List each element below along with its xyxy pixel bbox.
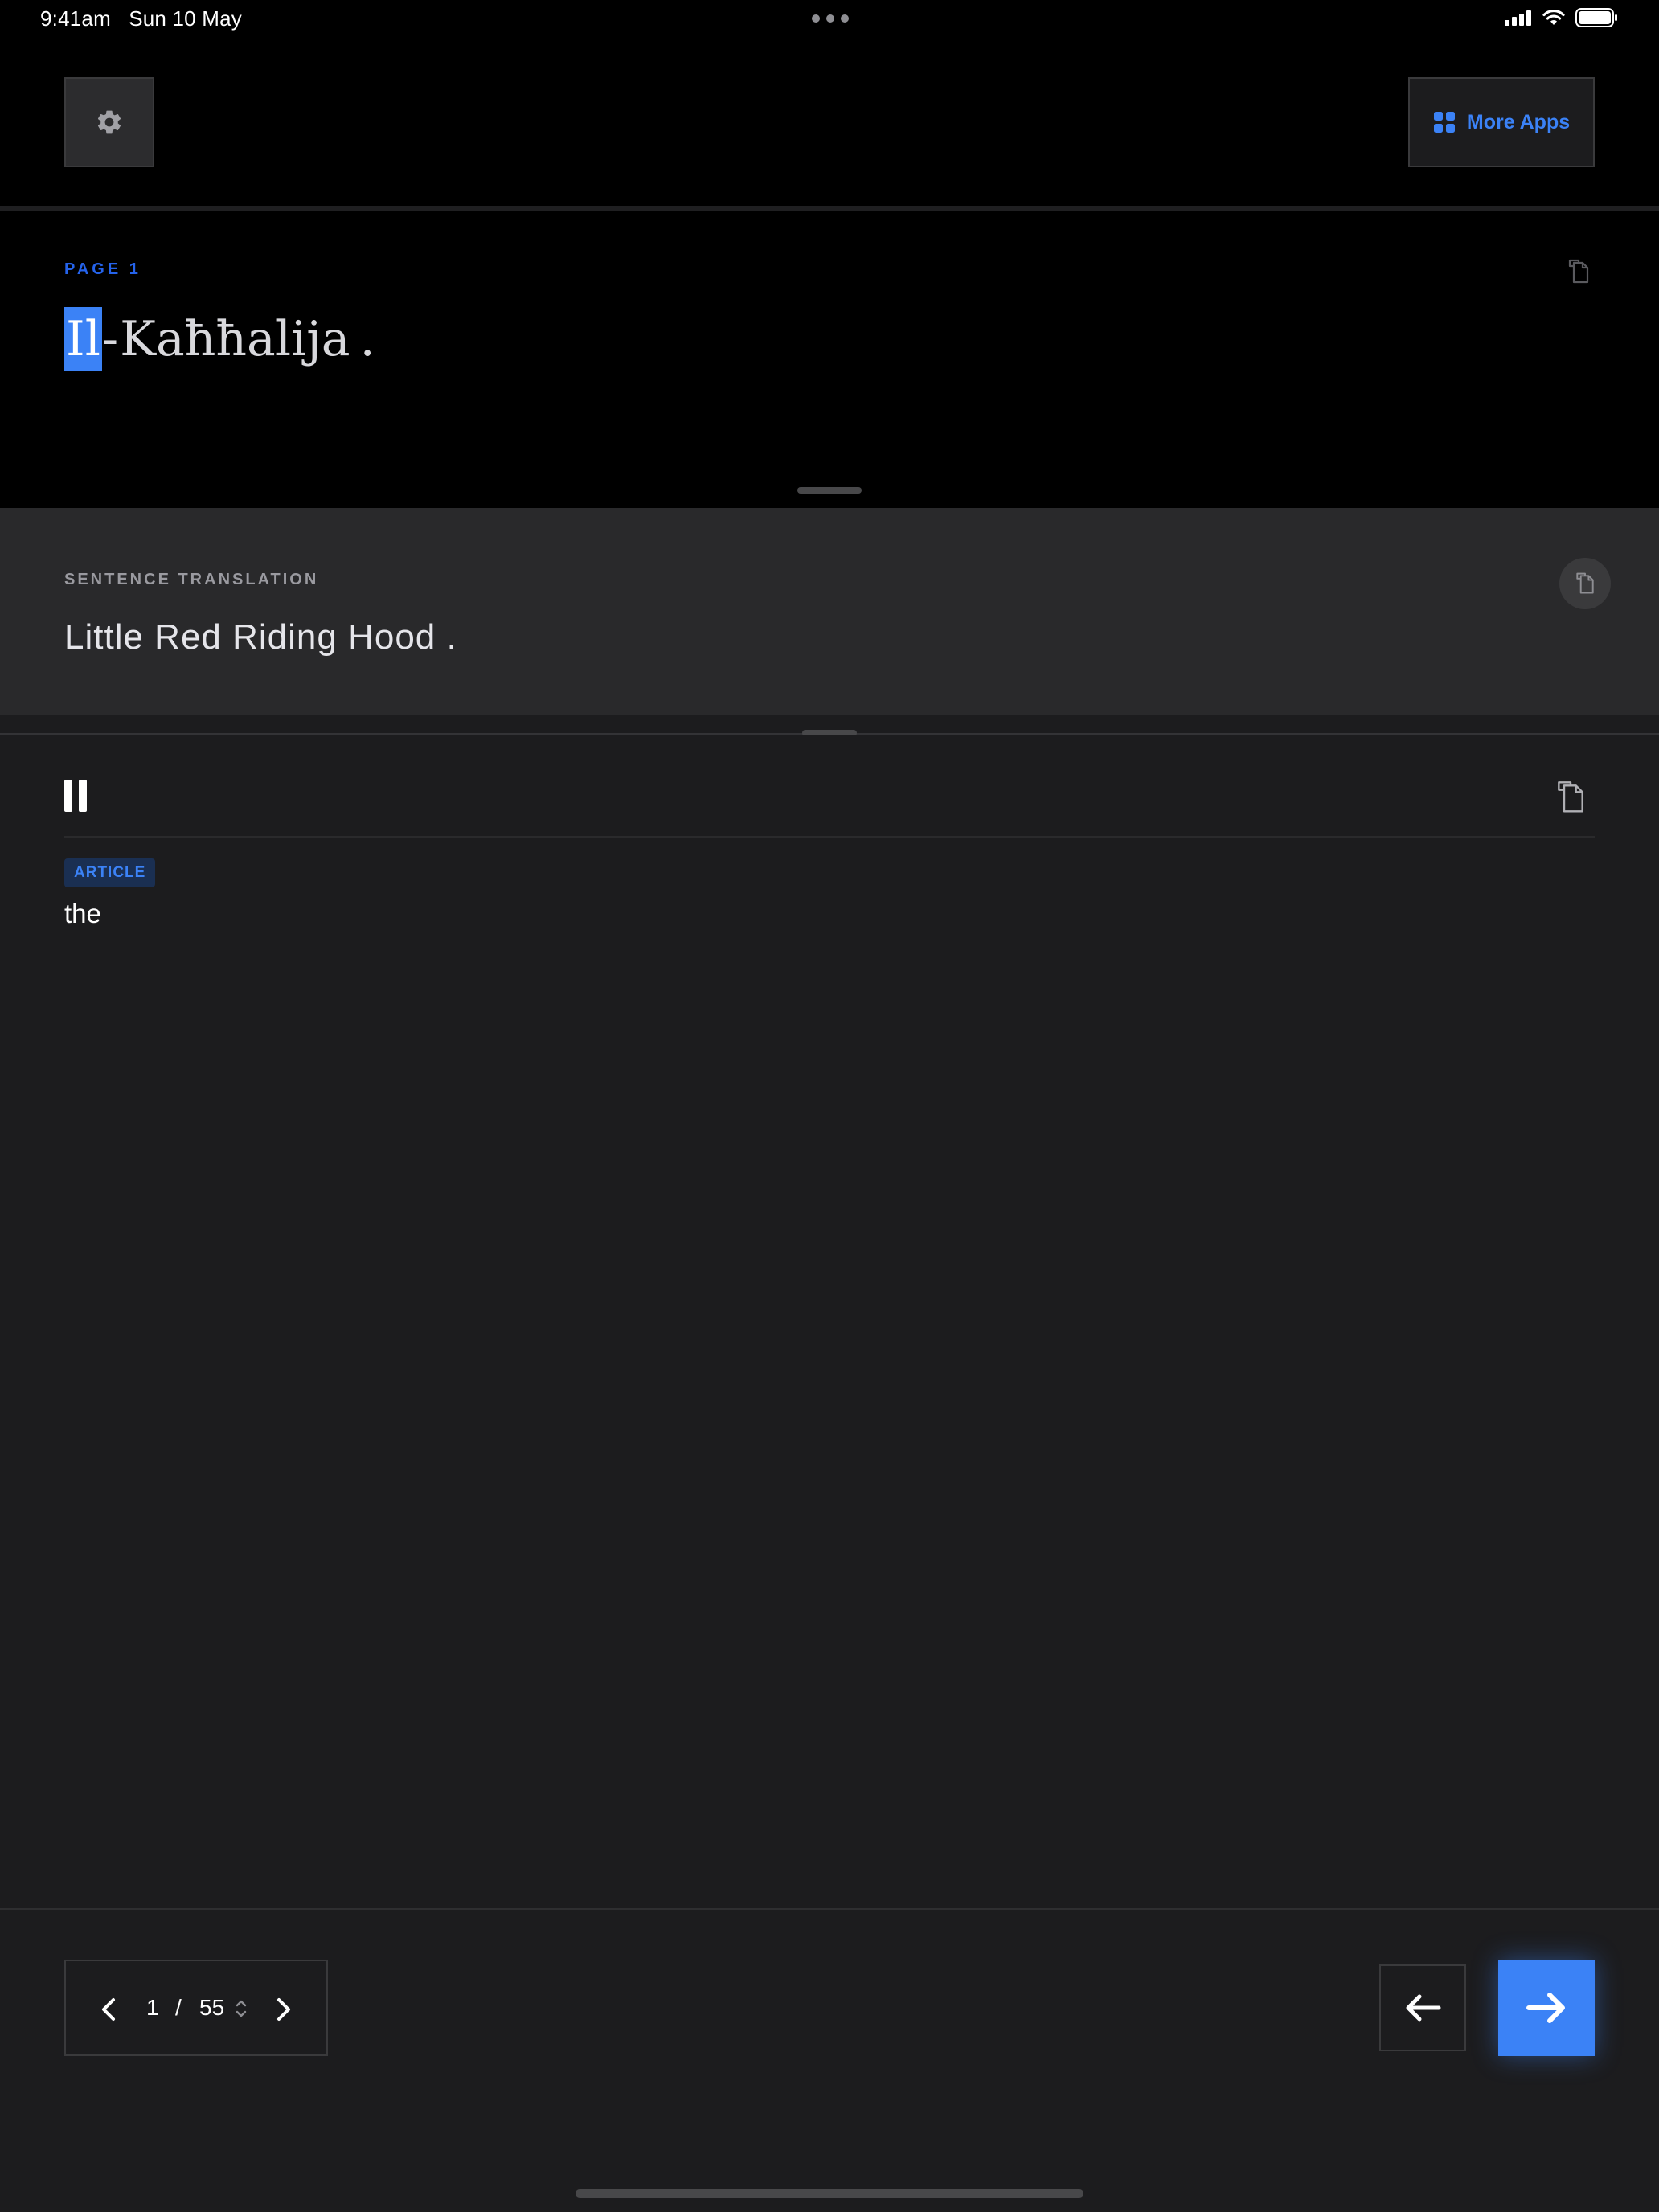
panel-resize-handle[interactable] [797,487,862,494]
more-apps-button[interactable]: More Apps [1408,77,1595,167]
translation-panel: SENTENCE TRANSLATION Little Red Riding H… [0,508,1659,715]
multitasking-dots-icon[interactable] [812,14,849,23]
chevron-left-icon [102,1998,115,2021]
current-page: 1 [146,1995,159,2020]
arrow-right-icon [1526,1993,1565,2023]
translation-text: Little Red Riding Hood . [64,617,457,657]
word-token-active[interactable]: Il [64,307,102,371]
previous-page-button[interactable] [93,1993,125,2026]
copy-detail-button[interactable] [1550,775,1591,820]
page-selector: 1 / 55 [64,1960,328,2056]
word-meaning: the [64,899,101,928]
copy-icon [1576,572,1594,594]
pause-icon [64,780,72,812]
chevron-right-icon [277,1998,290,2021]
word-separator: - [101,311,119,367]
chevron-up-down-icon [236,2000,247,2017]
copy-icon [1568,259,1589,284]
page-separator: / [175,1995,182,2020]
detail-divider [64,836,1595,838]
word-token[interactable]: Kaħħalija [118,307,351,371]
apps-grid-icon [1433,112,1455,133]
gear-icon [97,110,121,134]
battery-icon [1575,8,1617,27]
next-page-button[interactable] [267,1993,299,2026]
top-header: More Apps [0,39,1659,206]
more-apps-label: More Apps [1466,110,1571,133]
original-sentence: Il - Kaħħalija . [64,307,375,371]
arrow-left-icon [1406,1994,1441,2022]
wifi-icon [1542,9,1565,25]
word-detail-panel: ARTICLE the [0,735,1659,1908]
status-clock: 9:41am [40,6,111,31]
sentence-punctuation: . [359,311,375,367]
home-indicator[interactable] [576,2189,1083,2198]
status-indicators [1505,8,1619,27]
status-date: Sun 10 May [129,6,242,31]
page-picker-button[interactable] [233,1997,249,2021]
page-label: PAGE 1 [64,260,141,278]
copy-translation-button[interactable] [1559,558,1611,609]
settings-button[interactable] [64,77,154,167]
pause-audio-button[interactable] [64,780,88,812]
copy-original-button[interactable] [1563,256,1595,288]
bottom-divider [0,1908,1659,1910]
copy-icon [1558,781,1583,813]
status-bar: 9:41am Sun 10 May [0,0,1659,39]
next-word-button[interactable] [1498,1960,1595,2056]
total-pages: 55 [199,1995,225,2020]
previous-word-button[interactable] [1379,1964,1466,2051]
status-time: 9:41am Sun 10 May [40,6,242,31]
cellular-signal-icon [1505,10,1531,26]
translation-label: SENTENCE TRANSLATION [64,571,319,588]
original-text-panel: PAGE 1 Il - Kaħħalija . [0,211,1659,508]
part-of-speech-badge: ARTICLE [64,858,156,887]
